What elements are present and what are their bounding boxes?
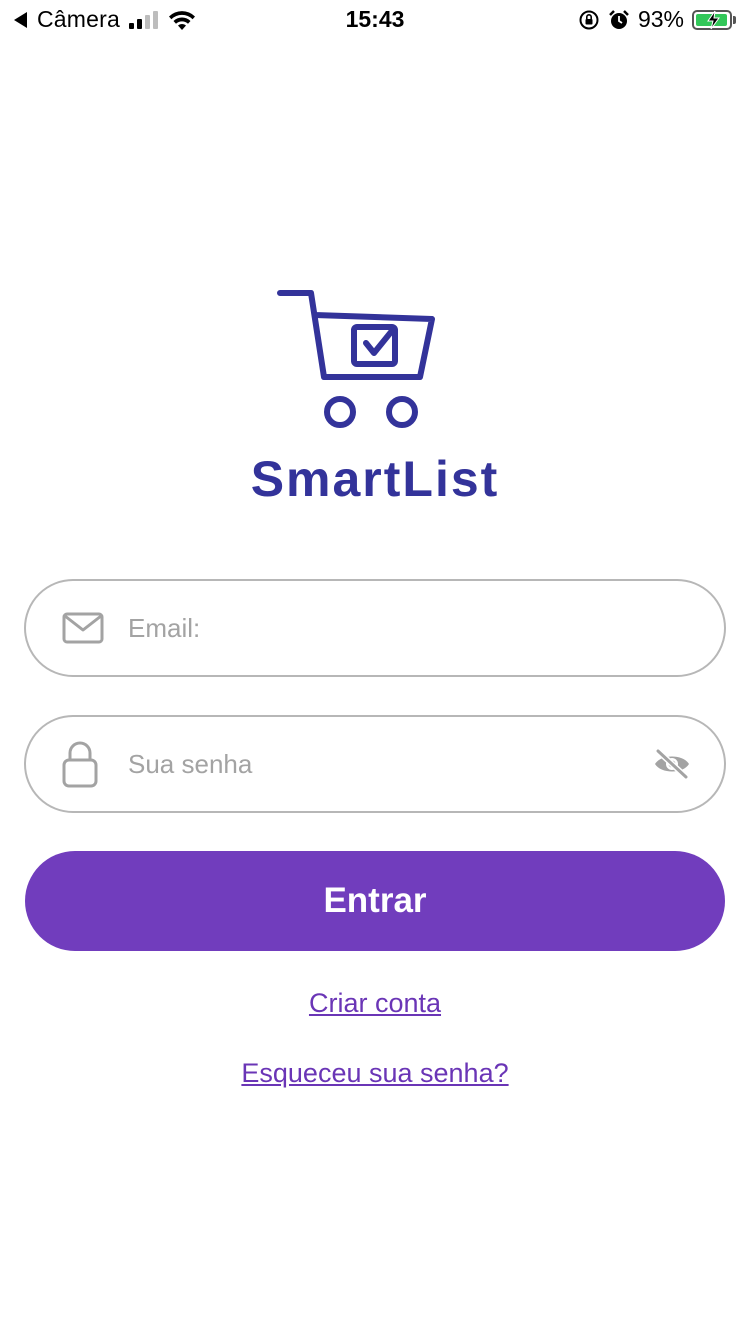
status-bar-right: 93% xyxy=(578,6,736,33)
battery-icon xyxy=(692,9,732,30)
eye-off-icon[interactable] xyxy=(652,748,692,780)
battery-cap xyxy=(733,15,736,24)
battery-percent: 93% xyxy=(637,6,684,32)
password-input[interactable] xyxy=(126,717,634,811)
brand-name: SmartList xyxy=(250,451,500,507)
forgot-password-link[interactable]: Esqueceu sua senha? xyxy=(0,1058,750,1089)
password-field[interactable] xyxy=(24,715,726,813)
envelope-icon xyxy=(62,612,104,644)
shopping-cart-check-icon xyxy=(277,290,435,428)
app-logo: SmartList xyxy=(240,282,510,512)
email-input[interactable] xyxy=(126,581,634,675)
login-button[interactable]: Entrar xyxy=(25,851,725,951)
email-field[interactable] xyxy=(24,579,726,677)
orientation-lock-icon xyxy=(579,10,599,29)
status-bar: Câmera 15:43 93% xyxy=(0,0,750,40)
lock-icon xyxy=(62,741,98,788)
alarm-icon xyxy=(609,9,629,29)
create-account-link[interactable]: Criar conta xyxy=(0,988,750,1019)
